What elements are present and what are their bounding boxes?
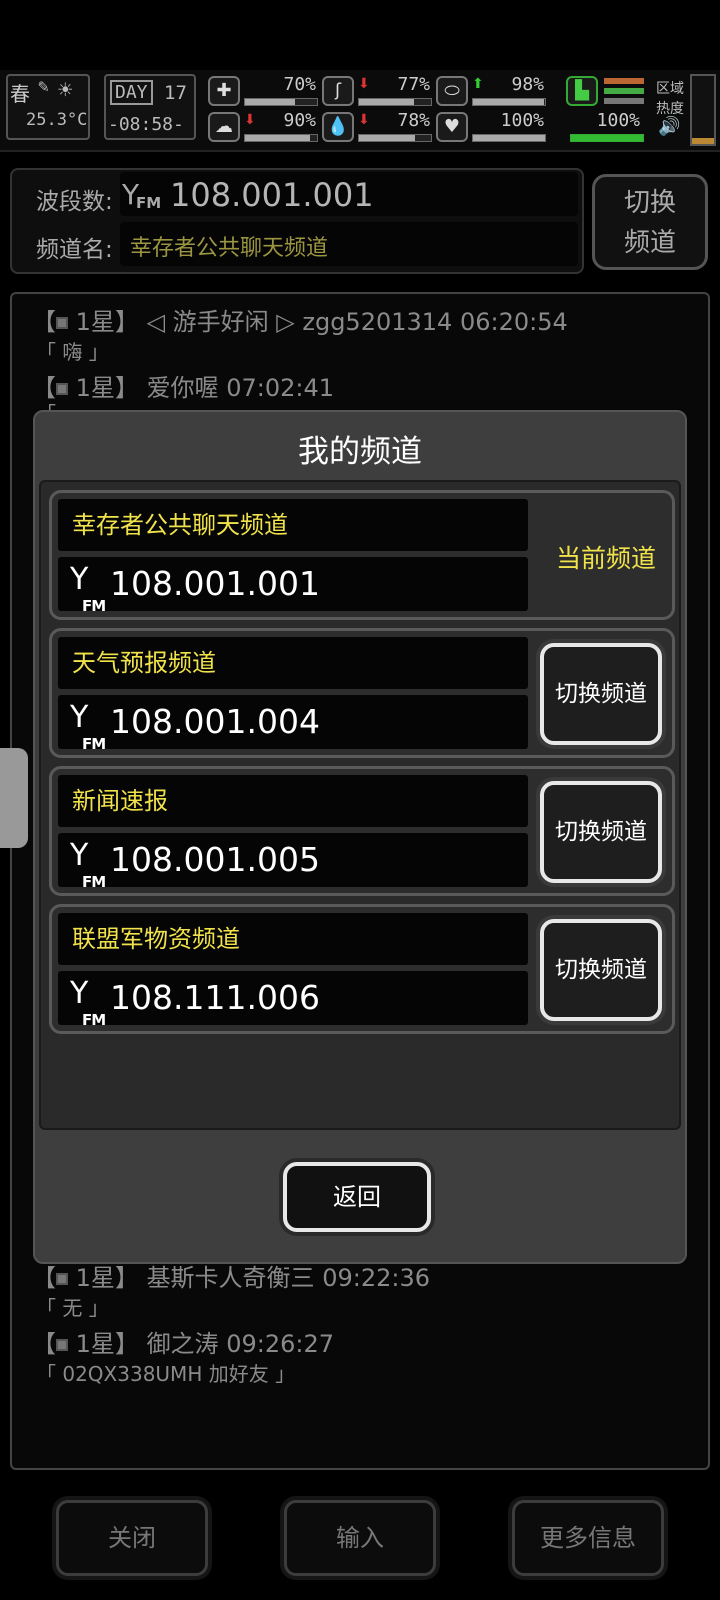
switch-line-2: 频道 bbox=[623, 228, 676, 258]
side-drawer-handle[interactable] bbox=[0, 748, 28, 848]
back-button[interactable]: 返回 bbox=[283, 1162, 431, 1232]
weather-panel: 春 ✎ ☀ 25.3°C bbox=[6, 74, 90, 140]
speaker-icon[interactable]: 🔊 bbox=[658, 116, 680, 137]
stripe-gray bbox=[604, 98, 644, 104]
message-header: 【 1星】 御之涛 09:26:27 bbox=[32, 1330, 334, 1358]
star-icon bbox=[56, 1339, 68, 1351]
dialog-title: 我的频道 bbox=[298, 434, 422, 470]
immunity-bar bbox=[472, 98, 546, 106]
more-info-button[interactable]: 更多信息 bbox=[512, 1500, 664, 1576]
antenna-icon: Y FM bbox=[70, 700, 106, 754]
stamina-value: 100% bbox=[596, 110, 640, 131]
clock-value: -08:58- bbox=[108, 114, 184, 135]
channel-frequency: Y FM 108.001.001 bbox=[58, 557, 528, 616]
brain-icon: ☁ bbox=[208, 112, 240, 142]
boot-icon: ▙ bbox=[566, 76, 598, 106]
message-meta: ◁ 游手好闲 ▷ zgg5201314 06:20:54 bbox=[146, 308, 568, 336]
current-channel-label: 当前频道 bbox=[555, 544, 656, 573]
message-body: 「 02QX338UMH 加好友 」 bbox=[36, 1362, 296, 1386]
day-label: DAY bbox=[110, 80, 153, 105]
region-label: 区域 bbox=[656, 81, 684, 97]
switch-line-1: 切换 bbox=[623, 188, 676, 218]
stomach-icon: ʃ bbox=[322, 76, 354, 106]
hunger-bar bbox=[358, 98, 432, 106]
message-meta: 御之涛 09:26:27 bbox=[146, 1330, 334, 1358]
message-meta: 基斯卡人奇衡三 09:22:36 bbox=[146, 1264, 430, 1292]
channel-list: 幸存者公共聊天频道 Y FM 108.001.001 当前频道 天气预报频道 Y FM… bbox=[39, 480, 681, 1130]
star-icon bbox=[56, 317, 68, 329]
channel-name: 幸存者公共聊天频道 bbox=[58, 499, 528, 551]
season-label: 春 bbox=[10, 82, 30, 106]
stripe-green bbox=[604, 88, 644, 94]
mood-value: 90% bbox=[283, 110, 316, 131]
channel-frequency: Y FM 108.001.004 bbox=[58, 695, 528, 754]
sun-icon: ☀ bbox=[58, 76, 73, 104]
vitality-bar bbox=[472, 134, 546, 142]
stamina-bar bbox=[570, 134, 644, 142]
channel-frequency: Y FM 108.111.006 bbox=[58, 971, 528, 1030]
temperature-value: 25.3°C bbox=[26, 110, 88, 130]
band-field: Y FM 108.001.001 bbox=[120, 172, 578, 216]
health-bar bbox=[244, 98, 318, 106]
switch-channel-button[interactable]: 切换 频道 bbox=[592, 174, 708, 270]
vitality-value: 100% bbox=[500, 110, 544, 131]
channel-name-label: 频道名: bbox=[36, 237, 113, 263]
message-header: 【 1星】 ◁ 游手好闲 ▷ zgg5201314 06:20:54 bbox=[32, 308, 568, 336]
channel-name: 新闻速报 bbox=[58, 775, 528, 827]
channel-card: 联盟军物资频道 Y FM 108.111.006 切换频道 bbox=[49, 904, 675, 1034]
mood-bar bbox=[244, 134, 318, 142]
stripe-orange bbox=[604, 78, 644, 84]
switch-channel-button[interactable]: 切换频道 bbox=[540, 781, 662, 883]
antenna-icon: Y FM bbox=[70, 838, 106, 892]
immunity-value: 98% bbox=[511, 74, 544, 95]
status-bar: 春 ✎ ☀ 25.3°C DAY 17 -08:58- ✚ 70% ʃ ⬇ 77… bbox=[0, 70, 720, 152]
water-drop-icon: 💧 bbox=[322, 112, 354, 142]
channel-info-panel: 波段数: Y FM 108.001.001 频道名: 幸存者公共聊天频道 bbox=[10, 168, 584, 274]
channel-card: 天气预报频道 Y FM 108.001.004 切换频道 bbox=[49, 628, 675, 758]
thirst-bar bbox=[358, 134, 432, 142]
channel-card: 新闻速报 Y FM 108.001.005 切换频道 bbox=[49, 766, 675, 896]
antenna-icon: Y FM bbox=[70, 976, 106, 1030]
heat-meter bbox=[690, 74, 716, 146]
channel-name: 天气预报频道 bbox=[58, 637, 528, 689]
thirst-value: 78% bbox=[397, 110, 430, 131]
my-channels-dialog: 我的频道 幸存者公共聊天频道 Y FM 108.001.001 当前频道 天气预报频… bbox=[33, 410, 687, 1264]
leaf-icon: ✎ bbox=[38, 76, 49, 97]
medkit-icon: ✚ bbox=[208, 76, 240, 106]
channel-name-value: 幸存者公共聊天频道 bbox=[130, 236, 329, 261]
heart-icon: ♥ bbox=[436, 112, 468, 142]
star-icon bbox=[56, 383, 68, 395]
hunger-value: 77% bbox=[397, 74, 430, 95]
channel-name: 联盟军物资频道 bbox=[58, 913, 528, 965]
fm-label: FM bbox=[136, 194, 162, 212]
channel-name-field: 幸存者公共聊天频道 bbox=[120, 222, 578, 266]
day-panel: DAY 17 -08:58- bbox=[104, 74, 196, 140]
band-label: 波段数: bbox=[36, 189, 113, 215]
switch-channel-button[interactable]: 切换频道 bbox=[540, 643, 662, 745]
input-button[interactable]: 输入 bbox=[284, 1500, 436, 1576]
day-number: 17 bbox=[164, 82, 187, 104]
message-meta: 爱你喔 07:02:41 bbox=[146, 374, 334, 402]
antenna-icon: Y FM bbox=[70, 562, 106, 616]
heat-label: 热度 bbox=[656, 101, 684, 117]
channel-frequency: Y FM 108.001.005 bbox=[58, 833, 528, 892]
star-icon bbox=[56, 1273, 68, 1285]
switch-channel-button[interactable]: 切换频道 bbox=[540, 919, 662, 1021]
message-body: 「 嗨 」 bbox=[36, 340, 109, 364]
health-value: 70% bbox=[283, 74, 316, 95]
close-button[interactable]: 关闭 bbox=[56, 1500, 208, 1576]
channel-card: 幸存者公共聊天频道 Y FM 108.001.001 当前频道 bbox=[49, 490, 675, 620]
band-value: 108.001.001 bbox=[170, 176, 374, 214]
capsule-icon: ⬭ bbox=[436, 76, 468, 106]
message-body: 「 无 」 bbox=[36, 1296, 109, 1320]
